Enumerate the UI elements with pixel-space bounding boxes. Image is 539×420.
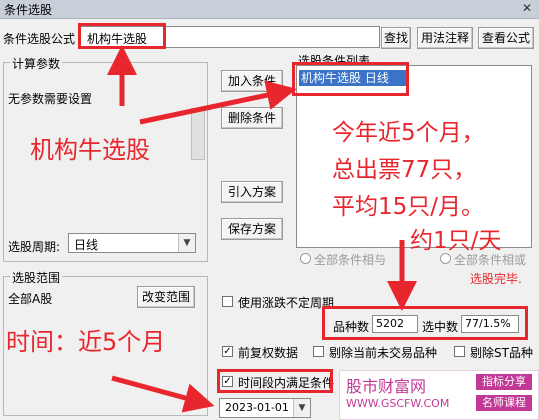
watermark-logo: 股市财富网 WWW.GSCFW.COM 指标分享 名师课程 xyxy=(339,370,539,420)
arrow-to-date xyxy=(111,375,215,413)
watermark-brand: 股市财富网 xyxy=(346,377,427,396)
summary-line-4: 约1只/天 xyxy=(410,228,502,254)
formula-callout: 机构牛选股 xyxy=(30,136,150,164)
time-callout: 时间：近5个月 xyxy=(6,328,166,356)
watermark-url: WWW.GSCFW.COM xyxy=(346,397,450,410)
summary-line-2: 总出票77只， xyxy=(332,157,477,183)
arrow-to-list xyxy=(139,80,297,125)
watermark-tag-1: 指标分享 xyxy=(476,374,532,390)
summary-line-1: 今年近5个月， xyxy=(332,120,485,146)
summary-line-3: 平均15只/月。 xyxy=(332,194,485,220)
watermark-tag-2: 名师课程 xyxy=(476,395,532,411)
